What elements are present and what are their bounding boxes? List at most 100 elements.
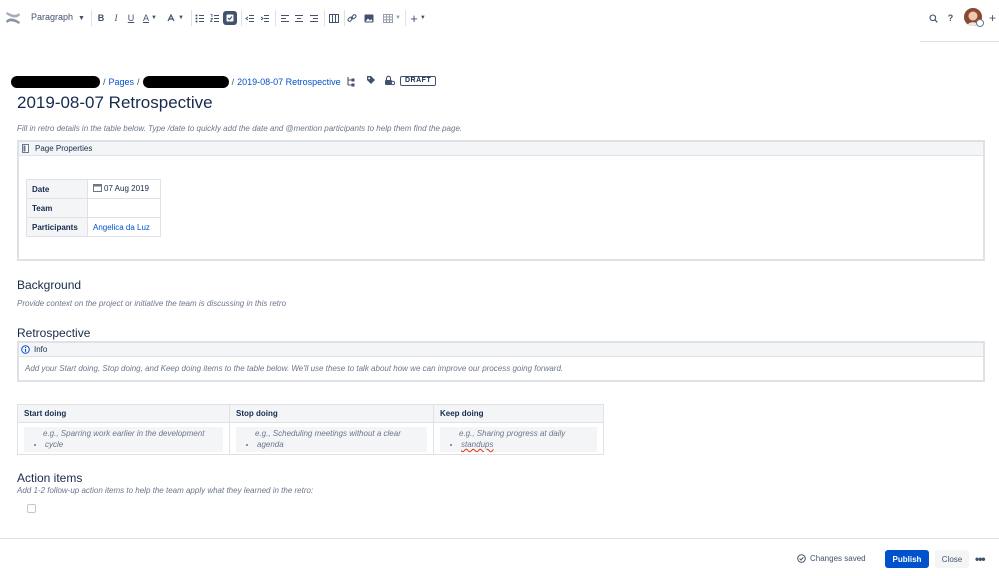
macro-title: Page Properties bbox=[35, 144, 93, 153]
page-properties-macro[interactable]: Page Properties Date 07 Aug 2019 Team Pa… bbox=[17, 140, 985, 261]
table-row: Date 07 Aug 2019 bbox=[26, 179, 161, 199]
close-button[interactable]: Close bbox=[935, 550, 969, 568]
bullet-list-icon[interactable] bbox=[195, 10, 205, 26]
date-value-cell[interactable]: 07 Aug 2019 bbox=[87, 179, 161, 199]
date-key: Date bbox=[26, 179, 88, 199]
column-header-keep-doing[interactable]: Keep doing bbox=[433, 404, 604, 423]
save-status-label: Changes saved bbox=[810, 554, 866, 563]
toolbar-divider bbox=[920, 41, 999, 42]
image-icon[interactable] bbox=[364, 10, 374, 26]
placeholder-line: e.g., Sparring work earlier in the devel… bbox=[43, 429, 205, 438]
action-items-hint: Add 1-2 follow-up action items to help t… bbox=[17, 486, 314, 495]
column-header-start-doing[interactable]: Start doing bbox=[17, 404, 230, 423]
insert-more-icon[interactable]: + ▼ bbox=[409, 10, 427, 26]
action-items-heading[interactable]: Action items bbox=[17, 471, 82, 485]
participant-mention[interactable]: Angelica da Luz bbox=[93, 223, 150, 232]
date-lozenge[interactable]: 07 Aug 2019 bbox=[93, 184, 149, 193]
info-panel-title: Info bbox=[34, 345, 48, 354]
indent-icon[interactable] bbox=[260, 10, 270, 26]
outdent-icon[interactable] bbox=[245, 10, 255, 26]
team-key: Team bbox=[26, 198, 88, 218]
chevron-down-icon: ▼ bbox=[151, 15, 157, 21]
avatar-status-badge bbox=[976, 19, 984, 27]
page-properties-table: Date 07 Aug 2019 Team Participants Angel… bbox=[26, 179, 161, 237]
info-panel-body: Add your Start doing, Stop doing, and Ke… bbox=[25, 364, 564, 373]
toolbar-divider bbox=[405, 10, 406, 26]
underline-icon[interactable]: U bbox=[126, 10, 136, 26]
retrospective-heading[interactable]: Retrospective bbox=[17, 326, 90, 340]
more-options-icon[interactable]: ••• bbox=[975, 552, 986, 566]
breadcrumb-separator: / bbox=[137, 77, 140, 87]
info-panel[interactable]: Info Add your Start doing, Stop doing, a… bbox=[17, 341, 985, 382]
bold-icon[interactable]: B bbox=[96, 10, 106, 26]
keep-doing-cell[interactable]: e.g., Sharing progress at daily standups bbox=[433, 422, 604, 455]
check-circle-icon bbox=[797, 554, 806, 563]
table-icon[interactable]: ▼ bbox=[383, 10, 401, 26]
column-header-stop-doing[interactable]: Stop doing bbox=[229, 404, 434, 423]
align-left-icon[interactable] bbox=[280, 10, 290, 26]
breadcrumb: / Pages / / 2019-08-07 Retrospective bbox=[11, 76, 341, 88]
participants-value-cell[interactable]: Angelica da Luz bbox=[87, 217, 161, 237]
participants-key: Participants bbox=[26, 217, 88, 237]
layout-icon[interactable] bbox=[329, 10, 339, 26]
numbered-list-icon[interactable] bbox=[210, 10, 220, 26]
placeholder-item[interactable]: e.g., Sharing progress at daily standups bbox=[440, 427, 597, 452]
paragraph-style-dropdown[interactable]: Paragraph ▼ bbox=[31, 12, 85, 22]
placeholder-item[interactable]: e.g., Scheduling meetings without a clea… bbox=[236, 427, 427, 452]
draft-status-lozenge: DRAFT bbox=[400, 76, 437, 86]
breadcrumb-current-link[interactable]: 2019-08-07 Retrospective bbox=[237, 77, 341, 87]
link-icon[interactable] bbox=[347, 10, 357, 26]
save-status: Changes saved bbox=[797, 554, 866, 563]
add-collaborator-icon[interactable]: + bbox=[986, 10, 999, 26]
list-item: cycle bbox=[45, 439, 223, 450]
search-icon[interactable] bbox=[928, 10, 939, 26]
page-properties-icon bbox=[22, 144, 29, 153]
label-tag-icon[interactable] bbox=[366, 75, 376, 85]
redacted-space-name bbox=[11, 76, 100, 88]
page-title[interactable]: 2019-08-07 Retrospective bbox=[17, 93, 213, 113]
toolbar-divider bbox=[91, 10, 92, 26]
retro-table: Start doing Stop doing Keep doing e.g., … bbox=[17, 404, 604, 455]
placeholder-line: e.g., Sharing progress at daily bbox=[459, 429, 566, 438]
toolbar-divider bbox=[324, 10, 325, 26]
text-color-icon[interactable]: A ▼ bbox=[141, 10, 159, 26]
page-tree-icon[interactable] bbox=[346, 76, 355, 87]
list-item: standups bbox=[461, 439, 597, 450]
start-doing-cell[interactable]: e.g., Sparring work earlier in the devel… bbox=[17, 422, 230, 455]
background-hint: Provide context on the project or initia… bbox=[17, 299, 287, 308]
text-color-letter: A bbox=[143, 13, 150, 23]
chevron-down-icon: ▼ bbox=[178, 15, 184, 21]
table-row: Participants Angelica da Luz bbox=[26, 217, 161, 237]
restrictions-lock-icon[interactable] bbox=[384, 75, 395, 86]
placeholder-item[interactable]: e.g., Sparring work earlier in the devel… bbox=[24, 427, 223, 452]
misspelled-word[interactable]: standups bbox=[461, 440, 493, 449]
info-panel-header: Info bbox=[19, 343, 983, 357]
toolbar-divider bbox=[344, 10, 345, 26]
chevron-down-icon: ▼ bbox=[419, 15, 426, 21]
stop-doing-cell[interactable]: e.g., Scheduling meetings without a clea… bbox=[229, 422, 434, 455]
chevron-down-icon: ▼ bbox=[78, 15, 85, 22]
placeholder-line: e.g., Scheduling meetings without a clea… bbox=[255, 429, 401, 438]
action-item-checkbox[interactable] bbox=[27, 504, 36, 513]
chevron-down-icon: ▼ bbox=[395, 15, 401, 21]
italic-icon[interactable]: I bbox=[111, 10, 121, 26]
confluence-logo-icon[interactable] bbox=[5, 10, 21, 26]
publish-button[interactable]: Publish bbox=[885, 550, 929, 568]
table-row: Team bbox=[26, 198, 161, 218]
toolbar-divider bbox=[275, 10, 276, 26]
background-heading[interactable]: Background bbox=[17, 278, 81, 292]
redacted-parent-page bbox=[142, 76, 229, 88]
help-icon[interactable]: ? bbox=[945, 10, 956, 26]
task-list-icon[interactable] bbox=[223, 11, 237, 25]
team-value[interactable] bbox=[87, 198, 161, 218]
table-row: e.g., Sparring work earlier in the devel… bbox=[17, 422, 604, 455]
table-header-row: Start doing Stop doing Keep doing bbox=[17, 404, 604, 423]
text-style-icon[interactable]: ▼ bbox=[165, 10, 185, 26]
list-item: agenda bbox=[257, 439, 427, 450]
editor-toolbar: Paragraph ▼ B I U A ▼ ▼ ▼ + ▼ ? + bbox=[0, 0, 999, 42]
align-right-icon[interactable] bbox=[309, 10, 319, 26]
plus-glyph: + bbox=[410, 10, 418, 26]
breadcrumb-pages-link[interactable]: Pages bbox=[109, 77, 135, 87]
toolbar-divider bbox=[241, 10, 242, 26]
align-center-icon[interactable] bbox=[294, 10, 304, 26]
